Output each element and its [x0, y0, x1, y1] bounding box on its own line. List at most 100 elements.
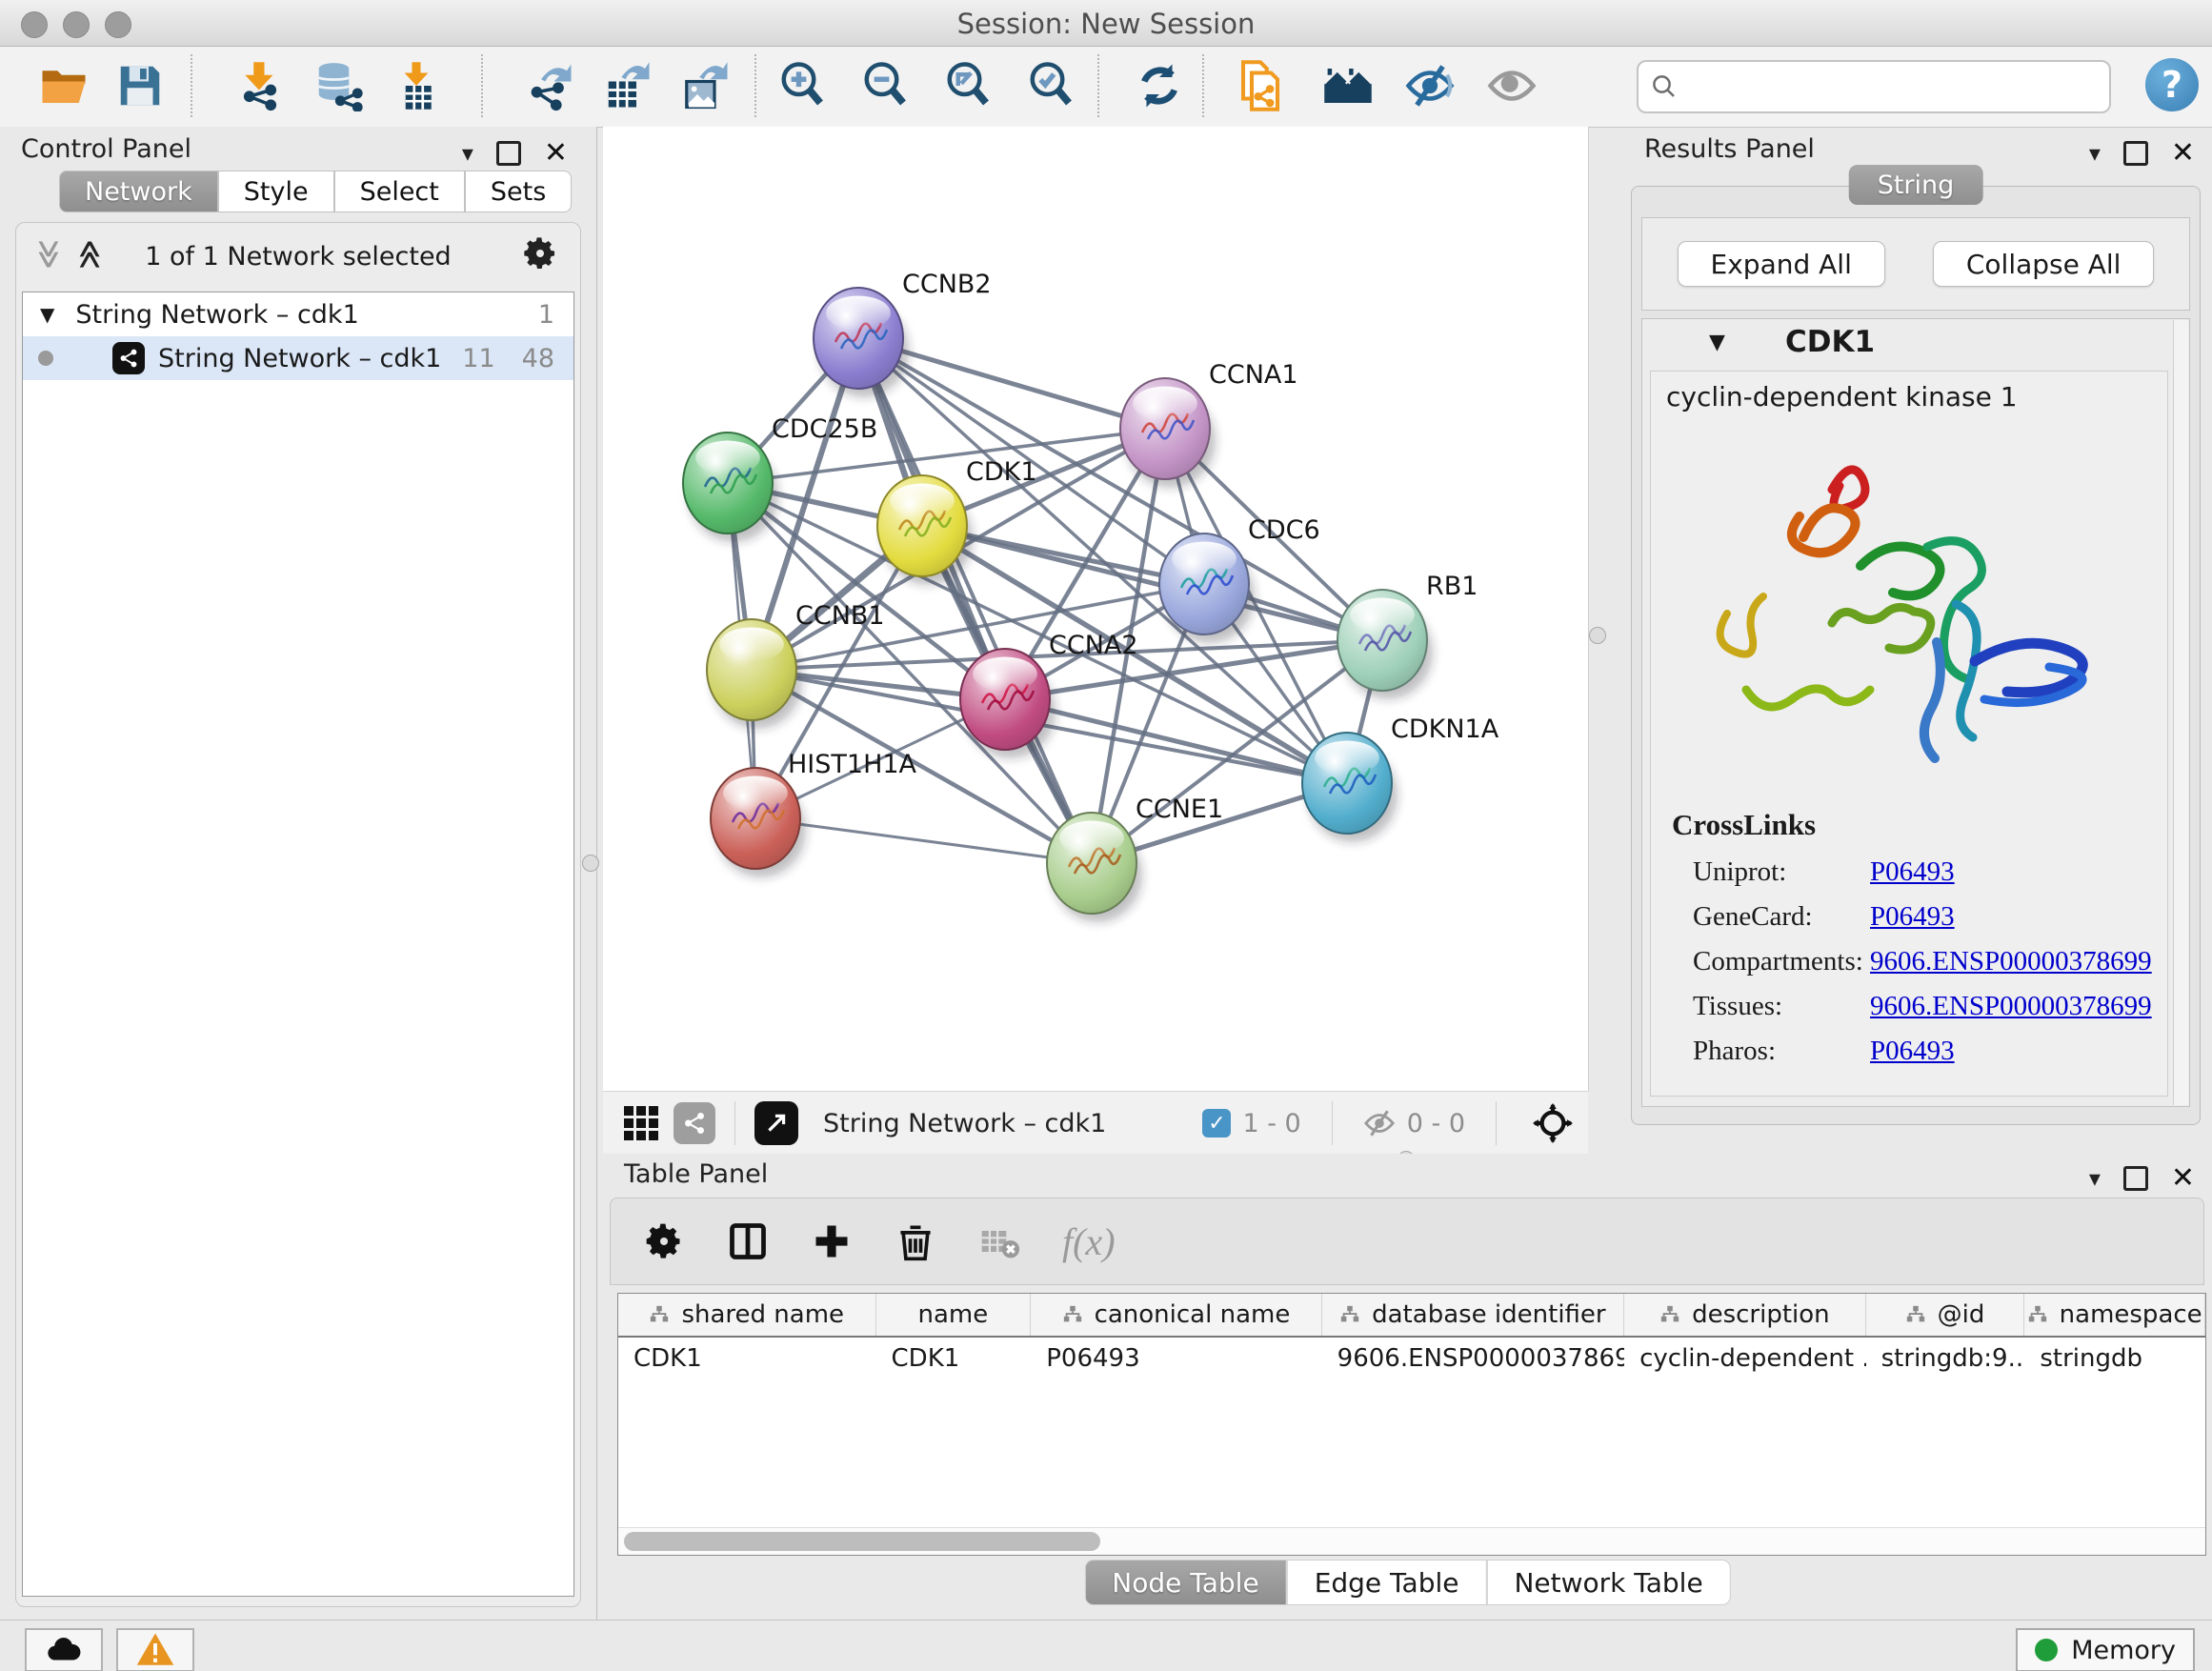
node-HIST1H1A[interactable]: HIST1H1A [711, 750, 917, 877]
import-table-file-button[interactable] [389, 58, 444, 113]
node-table[interactable]: shared namenamecanonical namedatabase id… [617, 1293, 2206, 1556]
string-network-graph[interactable]: CCNB2CCNA1CDC25BCDK1CDC6RB1CCNB1CCNA2CDK… [603, 127, 1588, 1091]
control-panel-float-icon[interactable]: ▾ [462, 142, 473, 165]
node-CDKN1A[interactable]: CDKN1A [1302, 715, 1499, 842]
tab-sets[interactable]: Sets [465, 171, 572, 212]
gene-section-header[interactable]: ▼ CDK1 [1642, 319, 2189, 369]
results-panel-float-icon[interactable]: ▾ [2089, 142, 2101, 165]
network-canvas[interactable]: CCNB2CCNA1CDC25BCDK1CDC6RB1CCNB1CCNA2CDK… [603, 127, 1589, 1091]
table-cell[interactable]: CDK1 [876, 1338, 1032, 1379]
right-splitter-handle[interactable] [1589, 627, 1606, 644]
grid-view-icon[interactable] [624, 1106, 658, 1140]
network-view-type-icon[interactable] [674, 1102, 715, 1144]
crosslink-link[interactable]: 9606.ENSP00000378699 [1870, 946, 2152, 977]
column-header-name[interactable]: name [876, 1294, 1032, 1336]
column-header-namespace[interactable]: namespace [2024, 1294, 2205, 1336]
warnings-button[interactable] [116, 1628, 194, 1671]
string-results-container: Expand All Collapse All ▼ CDK1 cyclin-de… [1631, 186, 2201, 1125]
import-network-file-button[interactable] [232, 58, 288, 113]
table-cell[interactable]: 9606.ENSP00000378699 [1322, 1338, 1624, 1379]
memory-button[interactable]: Memory [2016, 1628, 2195, 1671]
zoom-in-button[interactable] [775, 58, 831, 113]
crosslink-link[interactable]: P06493 [1870, 856, 1955, 888]
tab-edge-table[interactable]: Edge Table [1287, 1560, 1487, 1605]
zoom-fit-button[interactable] [941, 58, 996, 113]
control-panel-maximize-icon[interactable] [496, 141, 521, 166]
network-row[interactable]: String Network – cdk1 11 48 [23, 336, 573, 380]
node-table-header: shared namenamecanonical namedatabase id… [618, 1294, 2205, 1338]
open-folder-icon [38, 60, 90, 111]
results-panel-close-icon[interactable]: ✕ [2171, 139, 2195, 168]
clone-network-button[interactable] [1233, 58, 1288, 113]
edge-CCNE1-HIST1H1A[interactable] [755, 818, 1092, 863]
table-scrollbar-thumb[interactable] [624, 1532, 1100, 1551]
results-panel-maximize-icon[interactable] [2123, 141, 2148, 166]
column-header-canonical-name[interactable]: canonical name [1031, 1294, 1321, 1336]
tab-node-table[interactable]: Node Table [1084, 1560, 1286, 1605]
zoom-selected-button[interactable] [1024, 58, 1079, 113]
gene-collapse-arrow[interactable]: ▼ [1709, 331, 1725, 354]
collapse-all-button[interactable]: Collapse All [1933, 241, 2155, 287]
results-scrollbar[interactable] [2173, 320, 2188, 1105]
show-all-button[interactable] [1484, 58, 1539, 113]
hide-selected-button[interactable] [1402, 58, 1458, 113]
node-CCNA1[interactable]: CCNA1 [1120, 360, 1298, 488]
export-network-button[interactable] [522, 58, 577, 113]
toolbar-separator [1097, 54, 1099, 117]
tab-string[interactable]: String [1849, 165, 1983, 205]
tab-select[interactable]: Select [334, 171, 465, 212]
control-panel-close-icon[interactable]: ✕ [544, 139, 568, 168]
table-horizontal-scrollbar[interactable] [618, 1527, 2205, 1555]
duplicate-document-icon [1235, 60, 1286, 111]
column-header-description[interactable]: description [1624, 1294, 1866, 1336]
zoom-out-button[interactable] [858, 58, 914, 113]
export-table-button[interactable] [600, 58, 655, 113]
table-settings-gear-icon[interactable] [643, 1220, 685, 1262]
column-header-shared-name[interactable]: shared name [618, 1294, 876, 1336]
table-cell[interactable]: stringdb:9... [1866, 1338, 2025, 1379]
network-options-gear-icon[interactable] [521, 234, 559, 276]
network-collection-row[interactable]: ▼ String Network – cdk1 1 [23, 292, 573, 336]
table-panel-maximize-icon[interactable] [2123, 1166, 2148, 1191]
import-network-database-button[interactable] [311, 58, 366, 113]
crosslink-link[interactable]: 9606.ENSP00000378699 [1870, 991, 2152, 1022]
table-cell[interactable]: cyclin-dependent ... [1624, 1338, 1866, 1379]
protein-structure-image [1689, 433, 2127, 804]
tab-network[interactable]: Network [59, 171, 218, 212]
table-cell[interactable]: stringdb [2024, 1338, 2205, 1379]
search-input[interactable] [1679, 67, 2109, 107]
save-session-button[interactable] [112, 58, 168, 113]
first-neighbors-button[interactable] [1320, 58, 1376, 113]
export-image-button[interactable] [678, 58, 734, 113]
show-columns-icon[interactable] [727, 1220, 769, 1262]
column-header--id[interactable]: @id [1866, 1294, 2025, 1336]
detach-view-button[interactable] [754, 1101, 798, 1145]
node-CDK1[interactable]: CDK1 [877, 457, 1037, 585]
table-cell[interactable]: CDK1 [618, 1338, 876, 1379]
crosslink-link[interactable]: P06493 [1870, 1036, 1955, 1067]
search-icon [1650, 72, 1679, 101]
column-header-database-identifier[interactable]: database identifier [1322, 1294, 1624, 1336]
open-session-button[interactable] [36, 58, 91, 113]
selected-checkbox-icon[interactable]: ✓ [1202, 1109, 1231, 1137]
collection-expand-arrow[interactable]: ▼ [40, 303, 54, 326]
birds-eye-view-icon[interactable] [1533, 1103, 1573, 1143]
table-row[interactable]: CDK1CDK1P064939606.ENSP00000378699cyclin… [618, 1338, 2205, 1379]
delete-column-trash-icon[interactable] [895, 1220, 936, 1262]
node-CDC6[interactable]: CDC6 [1159, 515, 1320, 643]
tab-network-table[interactable]: Network Table [1486, 1560, 1730, 1605]
expand-all-button[interactable]: Expand All [1678, 241, 1885, 287]
node-CCNE1[interactable]: CCNE1 [1047, 795, 1223, 922]
add-column-plus-icon[interactable] [811, 1220, 853, 1262]
node-RB1[interactable]: RB1 [1337, 572, 1478, 699]
crosslink-link[interactable]: P06493 [1870, 901, 1955, 933]
help-button[interactable]: ? [2145, 58, 2199, 111]
table-cell[interactable]: P06493 [1031, 1338, 1321, 1379]
table-panel-float-icon[interactable]: ▾ [2089, 1167, 2101, 1190]
tab-style[interactable]: Style [218, 171, 334, 212]
left-splitter-handle[interactable] [582, 855, 599, 872]
apply-layout-button[interactable] [1132, 58, 1187, 113]
edge-CCNB2-CCNE1[interactable] [858, 338, 1092, 863]
cloud-status-button[interactable] [25, 1628, 103, 1671]
table-panel-close-icon[interactable]: ✕ [2171, 1164, 2195, 1193]
